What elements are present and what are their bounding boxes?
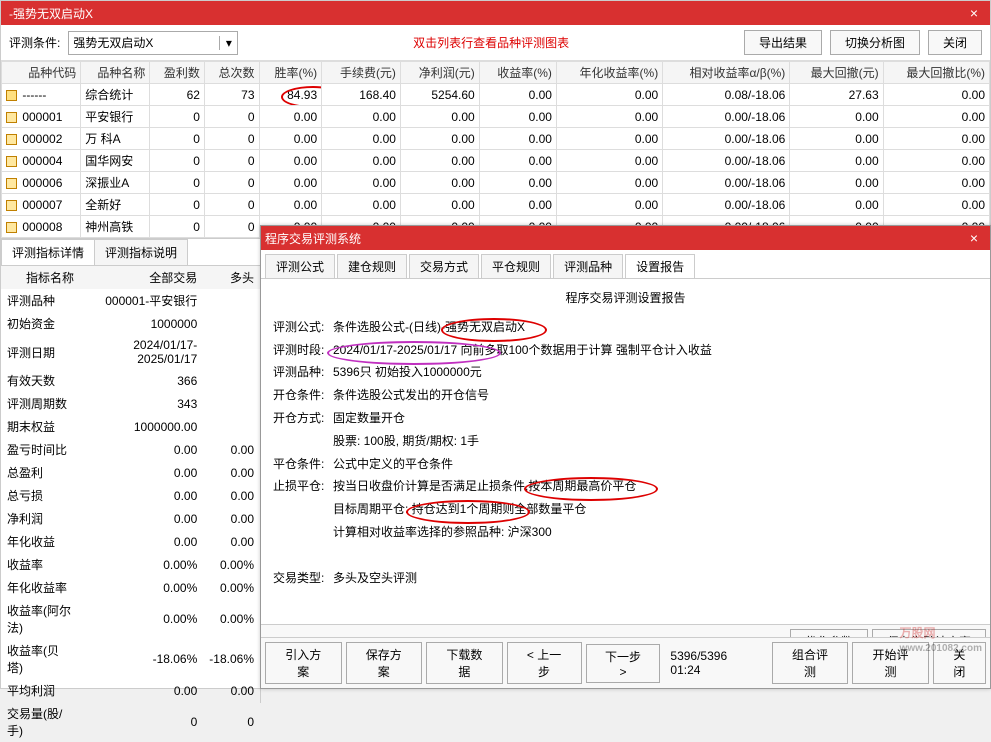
detail-row: 净利润0.000.00 [1,507,260,530]
col-header[interactable]: 净利润(元) [400,62,479,84]
target-highlight: 持仓达到1个周期 [412,502,503,516]
tab-desc[interactable]: 评测指标说明 [94,239,188,265]
detail-row: 年化收益0.000.00 [1,530,260,553]
col-header[interactable]: 品种代码 [2,62,81,84]
detail-row: 初始资金1000000 [1,312,260,335]
detail-h0: 指标名称 [1,266,80,289]
condition-label: 评测条件: [9,34,60,51]
col-header[interactable]: 盈利数 [150,62,205,84]
detail-row: 期末权益1000000.00 [1,415,260,438]
detail-row: 总盈利0.000.00 [1,461,260,484]
file-icon [6,90,17,101]
table-row[interactable]: ------综合统计627384.93168.405254.600.000.00… [2,84,990,106]
left-tabs: 评测指标详情 评测指标说明 [1,239,260,266]
report-tab[interactable]: 平仓规则 [481,254,551,278]
detail-row: 收益率(贝塔)-18.06%-18.06% [1,639,260,679]
report-body: 程序交易评测设置报告 评测公式:条件选股公式-(日线)-强势无双启动X 评测时段… [261,279,990,639]
toolbar: 评测条件: ▾ 双击列表行查看品种评测图表 导出结果 切换分析图 关闭 [1,25,990,61]
detail-row: 交易量(股/手)00 [1,702,260,742]
col-header[interactable]: 总次数 [204,62,259,84]
file-icon [6,178,17,189]
detail-h1: 全部交易 [80,266,203,289]
detail-row: 平均利润0.000.00 [1,679,260,702]
detail-row: 评测品种000001-平安银行 [1,289,260,312]
start-eval-button[interactable]: 开始评测 [852,642,929,684]
report-close-icon[interactable]: × [962,230,986,246]
col-header[interactable]: 最大回撤(元) [790,62,883,84]
detail-row: 有效天数366 [1,369,260,392]
chevron-down-icon[interactable]: ▾ [219,36,237,50]
detail-row: 评测周期数343 [1,392,260,415]
report-bar-lower: 引入方案 保存方案 下载数据 < 上一步 下一步 > 5396/5396 01:… [261,637,990,688]
file-icon [6,112,17,123]
col-header[interactable]: 胜率(%) [259,62,322,84]
report-close-button[interactable]: 关闭 [933,642,986,684]
file-icon [6,200,17,211]
detail-row: 总亏损0.000.00 [1,484,260,507]
detail-row: 收益率0.00%0.00% [1,553,260,576]
formula-highlight: 强势无双启动X [445,320,525,334]
report-tab[interactable]: 评测公式 [265,254,335,278]
main-title: -强势无双启动X [5,5,93,22]
condition-combobox[interactable]: ▾ [68,31,238,55]
col-header[interactable]: 相对收益率α/β(%) [663,62,790,84]
period-highlight: 2024/01/17-2025/01/17 [333,343,457,357]
table-row[interactable]: 000006深振业A000.000.000.000.000.000.00/-18… [2,172,990,194]
detail-table: 指标名称 全部交易 多头 评测品种000001-平安银行初始资金1000000评… [1,266,260,742]
export-button[interactable]: 导出结果 [744,30,822,55]
download-button[interactable]: 下载数据 [426,642,503,684]
close-icon[interactable]: × [962,5,986,21]
condition-input[interactable] [69,36,219,50]
tab-detail[interactable]: 评测指标详情 [1,239,95,265]
table-row[interactable]: 000007全新好000.000.000.000.000.000.00/-18.… [2,194,990,216]
detail-row: 盈亏时间比0.000.00 [1,438,260,461]
combo-eval-button[interactable]: 组合评测 [772,642,849,684]
detail-row: 收益率(阿尔法)0.00%0.00% [1,599,260,639]
table-row[interactable]: 000002万 科A000.000.000.000.000.000.00/-18… [2,128,990,150]
progress-status: 5396/5396 01:24 [664,649,763,677]
close-button[interactable]: 关闭 [928,30,982,55]
save-button[interactable]: 保存方案 [346,642,423,684]
report-tab[interactable]: 交易方式 [409,254,479,278]
stop-highlight: 按本周期最高价平仓 [528,479,636,493]
switch-chart-button[interactable]: 切换分析图 [830,30,920,55]
results-table: 品种代码品种名称盈利数总次数胜率(%)手续费(元)净利润(元)收益率(%)年化收… [1,61,990,238]
report-tab[interactable]: 评测品种 [553,254,623,278]
col-header[interactable]: 收益率(%) [479,62,556,84]
file-icon [6,134,17,145]
detail-row: 评测日期2024/01/17-2025/01/17 [1,335,260,369]
import-button[interactable]: 引入方案 [265,642,342,684]
left-panel: 评测指标详情 评测指标说明 指标名称 全部交易 多头 评测品种000001-平安… [1,239,261,703]
detail-row: 年化收益率0.00%0.00% [1,576,260,599]
report-tab[interactable]: 建仓规则 [337,254,407,278]
table-row[interactable]: 000004国华网安000.000.000.000.000.000.00/-18… [2,150,990,172]
col-header[interactable]: 手续费(元) [322,62,401,84]
file-icon [6,222,17,233]
report-title: 程序交易评测系统 [265,230,361,247]
col-header[interactable]: 品种名称 [81,62,150,84]
main-titlebar[interactable]: -强势无双启动X × [1,1,990,25]
report-titlebar[interactable]: 程序交易评测系统 × [261,226,990,250]
file-icon [6,156,17,167]
prev-button[interactable]: < 上一步 [507,642,582,684]
detail-h2: 多头 [203,266,260,289]
hint-text: 双击列表行查看品种评测图表 [246,34,736,51]
report-heading: 程序交易评测设置报告 [273,287,978,310]
table-row[interactable]: 000001平安银行000.000.000.000.000.000.00/-18… [2,106,990,128]
report-tab[interactable]: 设置报告 [625,254,695,278]
next-button[interactable]: 下一步 > [586,644,661,683]
col-header[interactable]: 年化收益率(%) [556,62,662,84]
report-tabs: 评测公式建仓规则交易方式平仓规则评测品种设置报告 [261,250,990,279]
report-window: 程序交易评测系统 × 评测公式建仓规则交易方式平仓规则评测品种设置报告 程序交易… [260,225,991,689]
col-header[interactable]: 最大回撤比(%) [883,62,989,84]
